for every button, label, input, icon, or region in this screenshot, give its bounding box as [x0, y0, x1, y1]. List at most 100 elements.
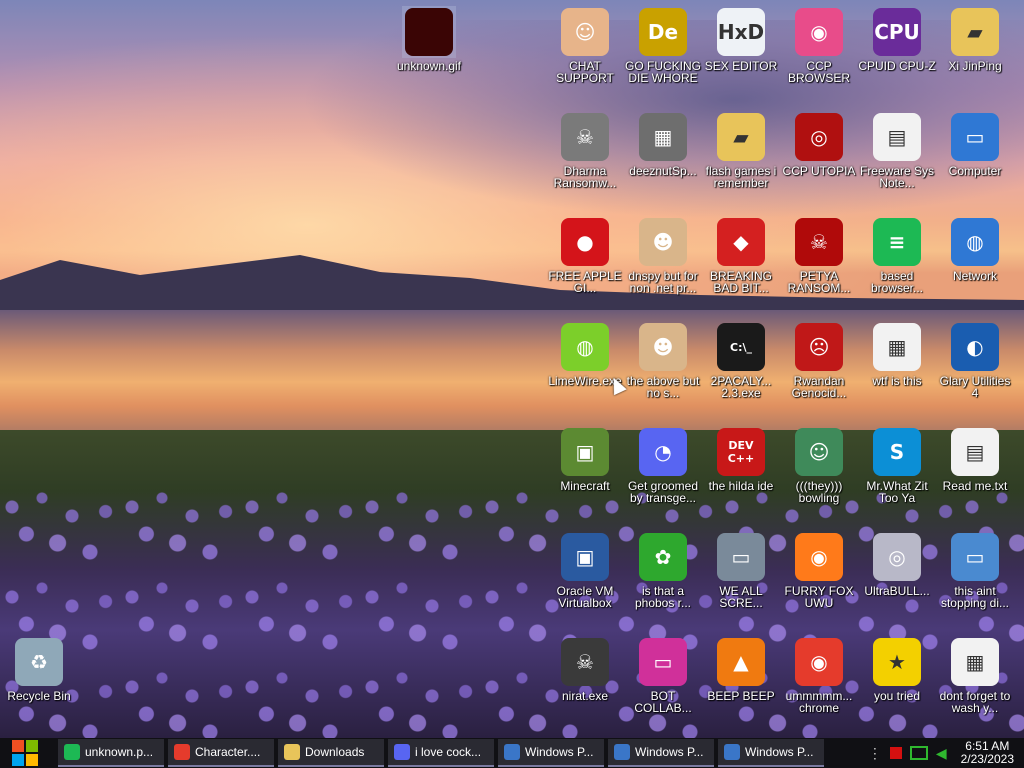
desktop-icon[interactable]: ▲ BEEP BEEP [702, 636, 780, 740]
desktop-icon[interactable]: S Mr.What Zit Too Ya [858, 426, 936, 530]
app-icon: ▭ [639, 638, 687, 686]
taskbar-item[interactable]: i love cock... [388, 739, 494, 767]
icon-wrap: ≡ [870, 216, 924, 268]
desktop-icon[interactable]: ◉ FURRY FOX UWU [780, 531, 858, 635]
app-icon: ◔ [639, 428, 687, 476]
desktop-icon[interactable]: ◍ Network [936, 216, 1014, 320]
icon-wrap: ♻ [12, 636, 66, 688]
icon-label: nirat.exe [561, 689, 609, 703]
app-icon: ◉ [795, 638, 843, 686]
desktop-icon[interactable]: ☠ Dharma Ransomw... [546, 111, 624, 215]
desktop-icon[interactable]: DEV C++ the hilda ide [702, 426, 780, 530]
desktop-icon[interactable]: unknown.gif [390, 6, 468, 110]
app-icon: ☺ [561, 8, 609, 56]
desktop-icon[interactable]: ◍ LimeWire.exe [546, 321, 624, 425]
desktop-icon[interactable]: CPU CPUID CPU-Z [858, 6, 936, 110]
icon-label: CHAT SUPPORT [556, 59, 614, 85]
desktop-icon[interactable]: ☠ PETYA RANSOM... [780, 216, 858, 320]
taskbar: unknown.p... Character.... Downloads i love… [0, 738, 1024, 768]
taskbar-item[interactable]: Downloads [278, 739, 384, 767]
desktop-icon[interactable]: ▭ WE ALL SCRE... [702, 531, 780, 635]
desktop-icon[interactable]: ☺ CHAT SUPPORT [546, 6, 624, 110]
app-icon: ◉ [795, 8, 843, 56]
desktop-icon[interactable]: ◐ Glary Utilities 4 [936, 321, 1014, 425]
volume-icon[interactable]: ◀ [936, 745, 947, 762]
icon-wrap: ☠ [558, 111, 612, 163]
icon-label: the above but no s... [626, 374, 700, 400]
desktop-icon[interactable]: C:\_ 2PACALY... 2.3.exe [702, 321, 780, 425]
window-icon [614, 744, 630, 760]
icon-wrap: ▲ [714, 636, 768, 688]
app-icon: ≡ [873, 218, 921, 266]
taskbar-item[interactable]: Windows P... [718, 739, 824, 767]
taskbar-item-label: unknown.p... [85, 745, 154, 759]
desktop-icon[interactable]: ♻ Recycle Bin [0, 636, 78, 740]
desktop-icon[interactable]: ◉ ummmmm... chrome [780, 636, 858, 740]
desktop-icon[interactable]: ◉ CCP BROWSER [780, 6, 858, 110]
desktop-icon[interactable]: ☻ dnspy but for non .net pr... [624, 216, 702, 320]
desktop-icon[interactable]: De GO FUCKING DIE WHORE [624, 6, 702, 110]
taskbar-item[interactable]: Windows P... [498, 739, 604, 767]
desktop-icon[interactable]: ▤ Read me.txt [936, 426, 1014, 530]
icon-label: dnspy but for non .net pr... [628, 269, 698, 295]
taskbar-item[interactable]: unknown.p... [58, 739, 164, 767]
desktop-icon[interactable]: ☺ (((they))) bowling [780, 426, 858, 530]
desktop-icon[interactable]: ▦ deeznutSp... [624, 111, 702, 215]
desktop-icon[interactable]: ✿ is that a phobos r... [624, 531, 702, 635]
icon-label: Recycle Bin [7, 689, 71, 703]
desktop-icon[interactable]: ◎ UltraBULL... [858, 531, 936, 635]
desktop-icon[interactable]: ● FREE APPLE GI... [546, 216, 624, 320]
desktop-icon[interactable]: ▰ flash games i remember [702, 111, 780, 215]
desktop-icon[interactable]: ☹ Rwandan Genocid... [780, 321, 858, 425]
taskbar-item[interactable]: Character.... [168, 739, 274, 767]
icon-label: 2PACALY... 2.3.exe [710, 374, 772, 400]
desktop-icon[interactable]: ☻ the above but no s... [624, 321, 702, 425]
icon-wrap: ▭ [948, 531, 1002, 583]
clock[interactable]: 6:51 AM 2/23/2023 [951, 740, 1024, 766]
desktop-icon[interactable]: ▣ Oracle VM Virtualbox [546, 531, 624, 635]
start-button[interactable] [0, 738, 50, 768]
icon-wrap: ◉ [792, 636, 846, 688]
desktop-icon[interactable]: ▭ Computer [936, 111, 1014, 215]
desktop-icon[interactable]: ▣ Minecraft [546, 426, 624, 530]
desktop-icon[interactable]: ▭ BOT COLLAB... [624, 636, 702, 740]
app-icon: ▦ [873, 323, 921, 371]
icon-wrap: ◎ [870, 531, 924, 583]
icon-label: flash games i remember [705, 164, 777, 190]
icon-wrap: ◐ [948, 321, 1002, 373]
app-icon: ▦ [639, 113, 687, 161]
icon-label: CCP BROWSER [787, 59, 850, 85]
app-icon: ▣ [561, 533, 609, 581]
desktop-icon[interactable]: ◆ BREAKING BAD BIT... [702, 216, 780, 320]
app-icon: ▤ [873, 113, 921, 161]
desktop-icon[interactable]: ▭ this aint stopping di... [936, 531, 1014, 635]
icon-wrap [402, 6, 456, 58]
desktop-icon[interactable]: ◎ CCP UTOPIA [780, 111, 858, 215]
icon-label: (((they))) bowling [795, 479, 843, 505]
icon-wrap: ● [558, 216, 612, 268]
desktop-icon[interactable]: ▦ wtf is this [858, 321, 936, 425]
network-icon[interactable] [909, 746, 928, 760]
icon-wrap: ☠ [792, 216, 846, 268]
desktop-icon[interactable]: ▦ dont forget to wash y... [936, 636, 1014, 740]
desktop-icon[interactable]: ★ you tried [858, 636, 936, 740]
overflow-icon[interactable]: ⋮ [868, 745, 882, 762]
windows-logo-icon [12, 740, 38, 766]
icon-wrap: CPU [870, 6, 924, 58]
icon-label: BREAKING BAD BIT... [709, 269, 772, 295]
window-icon [724, 744, 740, 760]
app-icon: ★ [873, 638, 921, 686]
app-icon: ● [561, 218, 609, 266]
desktop-icon[interactable]: ☠ nirat.exe [546, 636, 624, 740]
app-icon [405, 8, 453, 56]
desktop-icon[interactable]: ▰ Xi JinPing [936, 6, 1014, 110]
flag-icon[interactable] [889, 747, 902, 759]
taskbar-item[interactable]: Windows P... [608, 739, 714, 767]
desktop-icon[interactable]: ▤ Freeware Sys Note... [858, 111, 936, 215]
taskbar-item-label: Windows P... [635, 745, 704, 759]
desktop-icon[interactable]: ◔ Get groomed by transge... [624, 426, 702, 530]
desktop-icon[interactable]: HxD SEX EDITOR [702, 6, 780, 110]
icon-label: Computer [948, 164, 1002, 178]
taskbar-item-label: Downloads [305, 745, 365, 759]
desktop-icon[interactable]: ≡ based browser... [858, 216, 936, 320]
